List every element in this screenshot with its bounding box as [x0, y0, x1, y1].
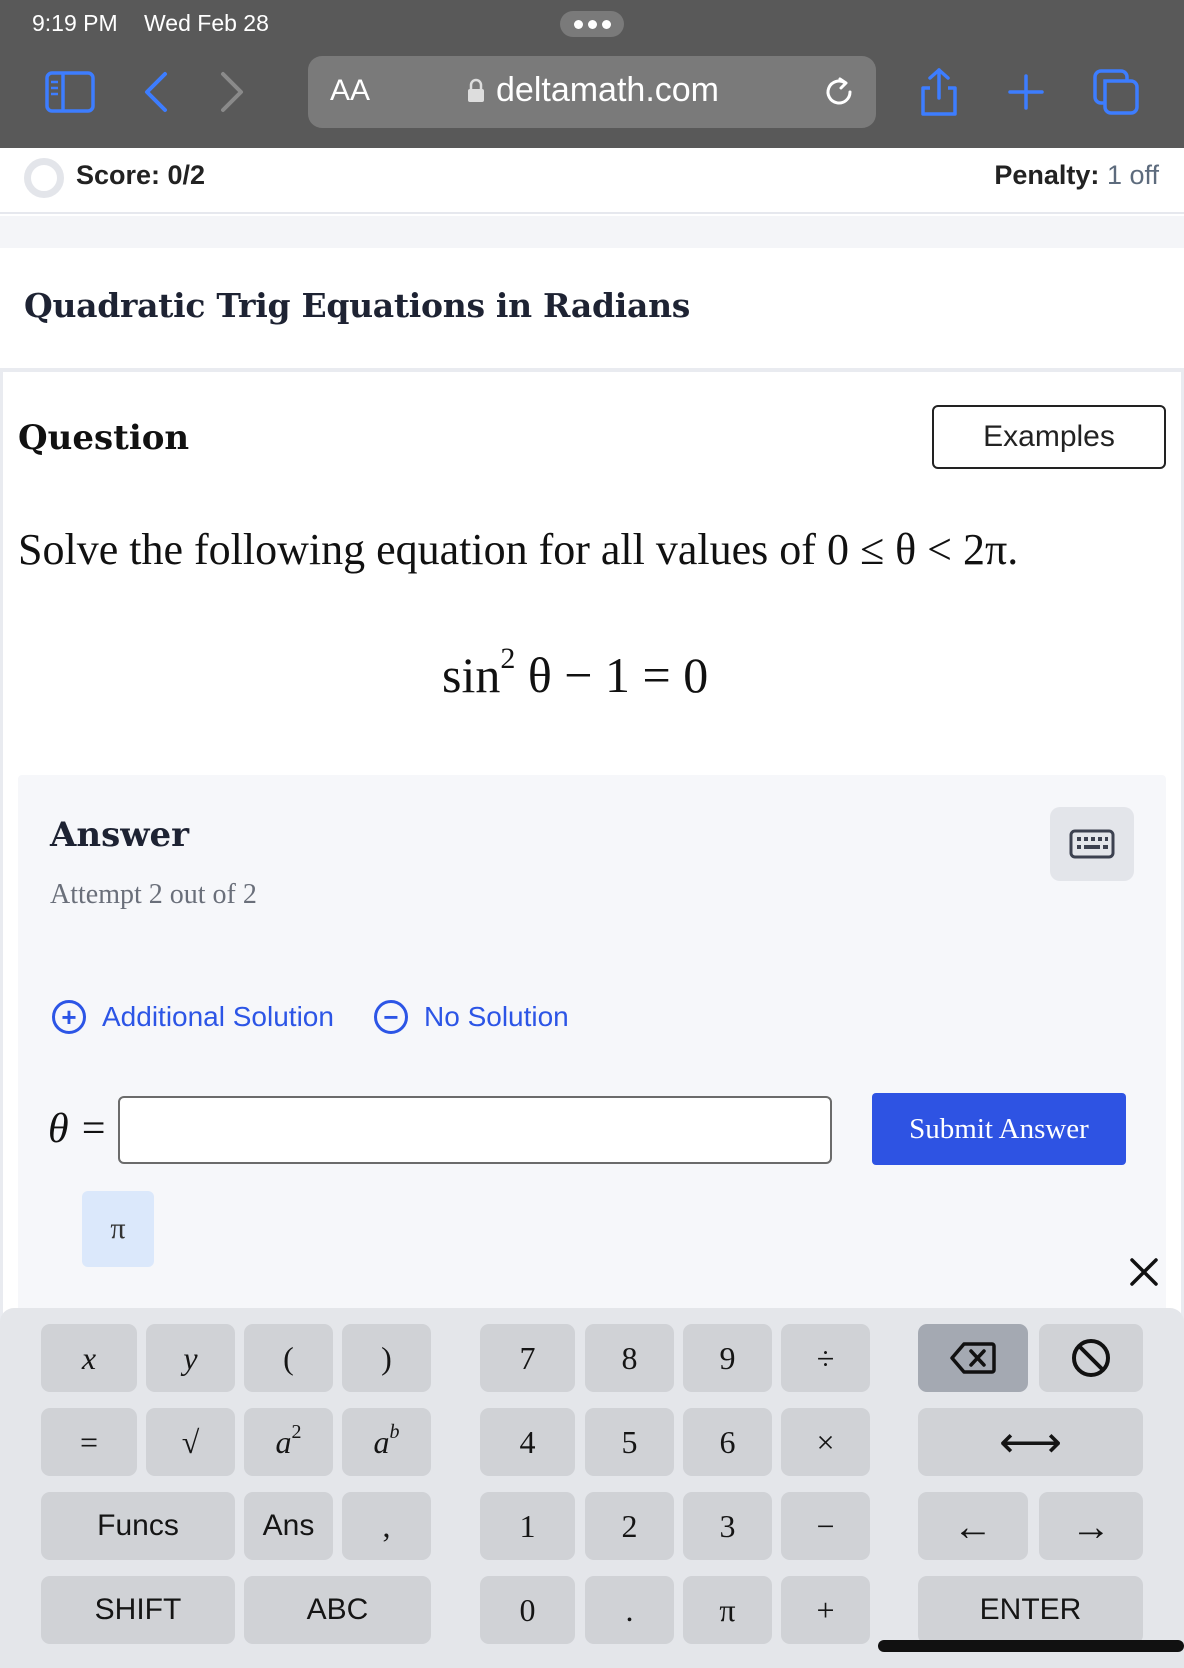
key-plus[interactable]: +	[781, 1576, 870, 1644]
key-minus[interactable]: −	[781, 1492, 870, 1560]
lock-icon	[466, 78, 486, 109]
key-5[interactable]: 5	[585, 1408, 674, 1476]
plus-circle-icon: +	[52, 1000, 86, 1034]
backspace-icon	[950, 1342, 996, 1374]
key-backspace[interactable]	[918, 1324, 1028, 1392]
pi-insert-button[interactable]: π	[82, 1191, 154, 1267]
penalty-value: 1 off	[1106, 160, 1159, 190]
key-comma[interactable]: ,	[342, 1492, 431, 1560]
answer-input[interactable]	[118, 1096, 832, 1164]
key-shift[interactable]: SHIFT	[41, 1576, 235, 1644]
key-4[interactable]: 4	[480, 1408, 575, 1476]
keyboard-toggle-button[interactable]	[1050, 807, 1134, 881]
answer-heading: Answer	[50, 815, 190, 855]
forward-icon[interactable]	[214, 65, 250, 119]
equation-sin: sin	[442, 647, 501, 703]
examples-button[interactable]: Examples	[932, 405, 1166, 469]
prompt-text: Solve the following equation for all val…	[18, 525, 827, 574]
back-icon[interactable]	[138, 65, 174, 119]
submit-answer-button[interactable]: Submit Answer	[872, 1093, 1126, 1165]
key-1[interactable]: 1	[480, 1492, 575, 1560]
status-time: 9:19 PM	[32, 10, 118, 36]
key-right-paren[interactable]: )	[342, 1324, 431, 1392]
key-y[interactable]: y	[146, 1324, 235, 1392]
minus-circle-icon: −	[374, 1000, 408, 1034]
math-keyboard: x y ( ) 7 8 9 ÷ = √ a2 ab 4 5 6 × ⟷ Func…	[0, 1308, 1184, 1668]
key-2[interactable]: 2	[585, 1492, 674, 1560]
divider-band	[0, 216, 1184, 248]
share-icon[interactable]	[916, 65, 962, 119]
home-indicator	[878, 1640, 1184, 1652]
status-date: Wed Feb 28	[144, 10, 269, 36]
keyboard-icon	[1069, 829, 1115, 859]
reader-button[interactable]: AA	[330, 74, 370, 108]
key-8[interactable]: 8	[585, 1324, 674, 1392]
key-funcs[interactable]: Funcs	[41, 1492, 235, 1560]
key-0[interactable]: 0	[480, 1576, 575, 1644]
key-clear[interactable]	[1039, 1324, 1143, 1392]
key-3[interactable]: 3	[683, 1492, 772, 1560]
title-divider	[0, 368, 1184, 372]
question-heading: Question	[18, 418, 190, 458]
key-abc[interactable]: ABC	[244, 1576, 431, 1644]
key-equals[interactable]: =	[41, 1408, 137, 1476]
penalty-text: Penalty: 1 off	[994, 160, 1159, 191]
browser-chrome: 9:19 PM Wed Feb 28 AA deltamath.com	[0, 0, 1184, 148]
no-solution-label: No Solution	[424, 1001, 569, 1032]
score-bar: Score: 0/2 Penalty: 1 off	[0, 148, 1184, 214]
key-left-arrow[interactable]: ←	[918, 1492, 1028, 1560]
additional-solution-label: Additional Solution	[102, 1001, 334, 1032]
reload-icon[interactable]	[820, 73, 858, 116]
attempt-counter: Attempt 2 out of 2	[50, 879, 257, 910]
tabs-icon[interactable]	[1092, 65, 1140, 119]
key-7[interactable]: 7	[480, 1324, 575, 1392]
equation-rest: θ − 1 = 0	[527, 647, 709, 703]
key-9[interactable]: 9	[683, 1324, 772, 1392]
answer-panel: Answer Attempt 2 out of 2 + Additional S…	[18, 775, 1166, 1335]
page-title: Quadratic Trig Equations in Radians	[24, 286, 691, 325]
key-decimal[interactable]: .	[585, 1576, 674, 1644]
theta-label: θ =	[48, 1106, 108, 1152]
additional-solution-button[interactable]: + Additional Solution	[52, 1000, 334, 1034]
clear-icon	[1072, 1339, 1110, 1377]
equation: sin2 θ − 1 = 0	[442, 642, 709, 704]
question-prompt: Solve the following equation for all val…	[18, 524, 1018, 575]
score-text: Score: 0/2	[76, 160, 206, 190]
new-tab-icon[interactable]	[1006, 65, 1046, 119]
key-pi[interactable]: π	[683, 1576, 772, 1644]
equation-exponent: 2	[500, 642, 516, 676]
prompt-math: 0 ≤ θ < 2π.	[826, 525, 1019, 574]
address-bar[interactable]: AA deltamath.com	[308, 56, 876, 128]
key-right-arrow[interactable]: →	[1039, 1492, 1143, 1560]
score-progress-ring	[24, 158, 64, 198]
close-keyboard-icon[interactable]	[1124, 1252, 1164, 1292]
key-6[interactable]: 6	[683, 1408, 772, 1476]
key-x[interactable]: x	[41, 1324, 137, 1392]
penalty-label: Penalty:	[994, 160, 1100, 190]
key-power[interactable]: ab	[342, 1408, 431, 1476]
url-text: deltamath.com	[496, 71, 719, 109]
key-sqrt[interactable]: √	[146, 1408, 235, 1476]
key-enter[interactable]: ENTER	[918, 1576, 1143, 1644]
key-left-paren[interactable]: (	[244, 1324, 333, 1392]
key-times[interactable]: ×	[781, 1408, 870, 1476]
key-square[interactable]: a2	[244, 1408, 333, 1476]
sidebar-icon[interactable]	[44, 65, 96, 119]
multitasking-dots[interactable]	[560, 11, 624, 37]
key-left-right-arrow[interactable]: ⟷	[918, 1408, 1143, 1476]
key-divide[interactable]: ÷	[781, 1324, 870, 1392]
no-solution-button[interactable]: − No Solution	[374, 1000, 569, 1034]
key-ans[interactable]: Ans	[244, 1492, 333, 1560]
